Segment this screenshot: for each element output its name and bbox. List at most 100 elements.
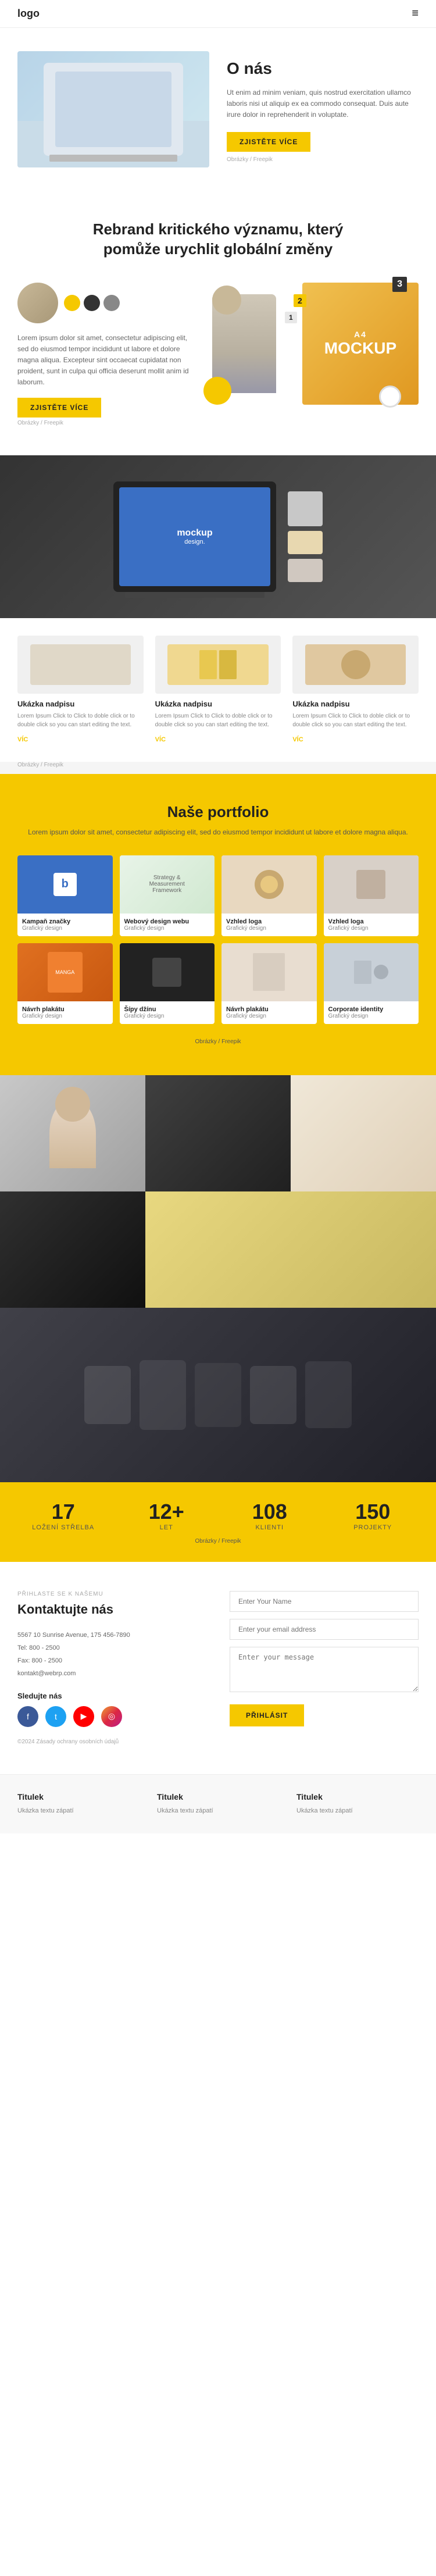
showcase-cards: Ukázka nadpisu Lorem Ipsum Click to Clic… xyxy=(0,618,436,762)
footer-col-title-2: Titulek xyxy=(157,1792,279,1801)
contact-info: 5567 10 Sunrise Avenue, 175 456-7890 Tel… xyxy=(17,1629,206,1680)
portfolio-info-7: Návrh plakátu Grafický design xyxy=(221,1001,317,1024)
footer-col-title-1: Titulek xyxy=(17,1792,140,1801)
portfolio-item-7[interactable]: Návrh plakátu Grafický design xyxy=(221,943,317,1024)
newsletter-label: PŘIHLASTE SE K NAŠEMU xyxy=(17,1591,206,1597)
stat-label-3: KLIENTI xyxy=(224,1524,316,1531)
showcase-card-link-3[interactable]: VÍC xyxy=(292,736,303,743)
portfolio-more-link: Obrázky / Freepik xyxy=(195,1039,241,1045)
footer-col-text-1: Ukázka textu zápatí xyxy=(17,1806,140,1817)
message-input[interactable] xyxy=(230,1647,419,1692)
rebrand-title: Rebrand kritického významu, který pomůže… xyxy=(73,220,363,259)
instagram-icon[interactable]: ◎ xyxy=(101,1706,122,1727)
newsletter-left: PŘIHLASTE SE K NAŠEMU Kontaktujte nás 55… xyxy=(17,1591,206,1745)
stat-number-4: 150 xyxy=(327,1500,419,1524)
email-field-group xyxy=(230,1619,419,1640)
newsletter-submit-button[interactable]: PŘIHLÁSIT xyxy=(230,1704,304,1726)
newsletter-title: Kontaktujte nás xyxy=(17,1602,206,1617)
facebook-icon[interactable]: f xyxy=(17,1706,38,1727)
portfolio-item-4[interactable]: Vzhled loga Grafický design xyxy=(324,855,419,936)
showcase-card-1: Ukázka nadpisu Lorem Ipsum Click to Clic… xyxy=(17,636,144,744)
portfolio-item-type-8: Grafický design xyxy=(328,1013,414,1019)
portfolio-item-6[interactable]: Šípy džínu Grafický design xyxy=(120,943,215,1024)
portfolio-item-1[interactable]: b Kampaň značky Grafický design xyxy=(17,855,113,936)
showcase-card-2: Ukázka nadpisu Lorem Ipsum Click to Clic… xyxy=(155,636,281,744)
contact-email: kontakt@webrp.com xyxy=(17,1667,206,1680)
portfolio-thumb-4 xyxy=(324,855,419,914)
portfolio-item-type-6: Grafický design xyxy=(124,1013,210,1019)
portfolio-subtitle: Lorem ipsum dolor sit amet, consectetur … xyxy=(17,827,419,838)
portfolio-item-title-3: Vzhled loga xyxy=(226,918,312,925)
stats-section: 17 LOŽENÍ STŘELBA 12+ LET 108 KLIENTI 15… xyxy=(0,1482,436,1562)
footer-col-1: Titulek Ukázka textu zápatí xyxy=(17,1792,140,1817)
stat-3: 108 KLIENTI xyxy=(224,1500,316,1531)
team-photo-4 xyxy=(0,1191,145,1308)
stat-2: 12+ LET xyxy=(121,1500,213,1531)
team-photo-5 xyxy=(145,1191,436,1308)
showcase-card-link-1[interactable]: VÍC xyxy=(17,736,28,743)
portfolio-item-title-4: Vzhled loga xyxy=(328,918,414,925)
stat-1: 17 LOŽENÍ STŘELBA xyxy=(17,1500,109,1531)
hero-section: O nás Ut enim ad minim veniam, quis nost… xyxy=(0,28,436,191)
showcase-section: mockup design. Ukázka nadpisu Lorem Ipsu… xyxy=(0,455,436,774)
name-field-group xyxy=(230,1591,419,1612)
twitter-icon[interactable]: t xyxy=(45,1706,66,1727)
showcase-card-image-3 xyxy=(292,636,419,694)
team-photo-3 xyxy=(291,1075,436,1191)
rebrand-left: Lorem ipsum dolor sit amet, consectetur … xyxy=(17,283,195,426)
hero-image-area xyxy=(17,51,209,167)
rebrand-cta-button[interactable]: ZJISTĚTE VÍCE xyxy=(17,398,101,418)
newsletter-section: PŘIHLASTE SE K NAŠEMU Kontaktujte nás 55… xyxy=(0,1562,436,1774)
portfolio-info-6: Šípy džínu Grafický design xyxy=(120,1001,215,1024)
rebrand-right: A4 MOCKUP 3 2 1 xyxy=(206,283,419,411)
portfolio-item-5[interactable]: MANGA Návrh plakátu Grafický design xyxy=(17,943,113,1024)
rebrand-text: Lorem ipsum dolor sit amet, consectetur … xyxy=(17,333,195,388)
showcase-card-title-1: Ukázka nadpisu xyxy=(17,700,144,708)
hero-image-link: Obrázky / Freepik xyxy=(227,156,419,163)
portfolio-item-type-5: Grafický design xyxy=(22,1013,108,1019)
portfolio-link-area: Obrázky / Freepik xyxy=(17,1036,419,1046)
team-section xyxy=(0,1075,436,1482)
rebrand-image-link: Obrázky / Freepik xyxy=(17,420,195,426)
hero-cta-button[interactable]: ZJISTĚTE VÍCE xyxy=(227,132,310,152)
portfolio-title: Naše portfolio xyxy=(17,803,419,821)
stat-number-1: 17 xyxy=(17,1500,109,1524)
portfolio-item-8[interactable]: Corporate identity Grafický design xyxy=(324,943,419,1024)
showcase-card-title-2: Ukázka nadpisu xyxy=(155,700,281,708)
portfolio-item-type-1: Grafický design xyxy=(22,925,108,932)
portfolio-item-title-1: Kampaň značky xyxy=(22,918,108,925)
portfolio-item-2[interactable]: Strategy &MeasurementFramework Webový de… xyxy=(120,855,215,936)
contact-address: 5567 10 Sunrise Avenue, 175 456-7890 xyxy=(17,1629,206,1642)
portfolio-item-type-3: Grafický design xyxy=(226,925,312,932)
team-photo-1 xyxy=(0,1075,145,1191)
team-photo-2 xyxy=(145,1075,291,1191)
navbar: logo ≡ xyxy=(0,0,436,28)
hero-text: Ut enim ad minim veniam, quis nostrud ex… xyxy=(227,87,419,121)
portfolio-info-4: Vzhled loga Grafický design xyxy=(324,914,419,936)
menu-icon[interactable]: ≡ xyxy=(412,7,419,20)
logo[interactable]: logo xyxy=(17,8,40,20)
showcase-card-text-2: Lorem Ipsum Click to Click to doble clic… xyxy=(155,712,281,729)
showcase-card-image-1 xyxy=(17,636,144,694)
hero-image xyxy=(17,51,209,167)
portfolio-section: Naše portfolio Lorem ipsum dolor sit ame… xyxy=(0,774,436,1075)
showcase-card-title-3: Ukázka nadpisu xyxy=(292,700,419,708)
showcase-card-link-2[interactable]: VÍC xyxy=(155,736,166,743)
stat-4: 150 PROJEKTY xyxy=(327,1500,419,1531)
name-input[interactable] xyxy=(230,1591,419,1612)
contact-fax: Fax: 800 - 2500 xyxy=(17,1654,206,1667)
portfolio-thumb-7 xyxy=(221,943,317,1001)
portfolio-item-title-7: Návrh plakátu xyxy=(226,1006,312,1013)
portfolio-item-title-5: Návrh plakátu xyxy=(22,1006,108,1013)
footer-col-text-2: Ukázka textu zápatí xyxy=(157,1806,279,1817)
youtube-icon[interactable]: ▶ xyxy=(73,1706,94,1727)
showcase-hero-image: mockup design. xyxy=(0,455,436,618)
email-input[interactable] xyxy=(230,1619,419,1640)
portfolio-item-3[interactable]: Vzhled loga Grafický design xyxy=(221,855,317,936)
portfolio-info-5: Návrh plakátu Grafický design xyxy=(17,1001,113,1024)
portfolio-thumb-6 xyxy=(120,943,215,1001)
copyright: ©2024 Zásady ochrany osobních údajů xyxy=(17,1739,206,1745)
showcase-card-3: Ukázka nadpisu Lorem Ipsum Click to Clic… xyxy=(292,636,419,744)
stat-label-1: LOŽENÍ STŘELBA xyxy=(17,1524,109,1531)
stats-image-link: Obrázky / Freepik xyxy=(17,1538,419,1544)
